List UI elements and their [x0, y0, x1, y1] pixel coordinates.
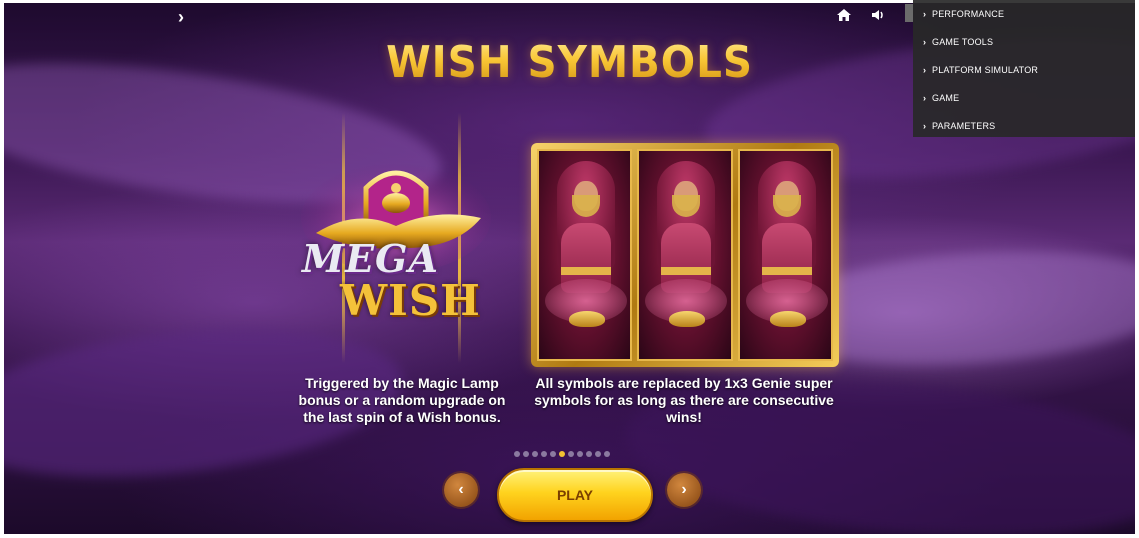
menu-item-platform-simulator[interactable]: › PLATFORM SIMULATOR [923, 60, 1135, 88]
menu-item-performance[interactable]: › PERFORMANCE [923, 4, 1135, 32]
page-indicator [514, 451, 610, 457]
previous-page-button[interactable]: ‹ [444, 473, 478, 507]
chevron-right-icon: › [923, 65, 927, 75]
page-dot[interactable] [532, 451, 538, 457]
page-dot[interactable] [568, 451, 574, 457]
page-dot[interactable] [595, 451, 601, 457]
top-icons [836, 8, 886, 22]
genie-reel [537, 149, 633, 361]
page-dot[interactable] [604, 451, 610, 457]
developer-menu: › PERFORMANCE › GAME TOOLS › PLATFORM SIMUL… [905, 0, 1135, 137]
page-dot[interactable] [514, 451, 520, 457]
logo-wish-text: WISH [340, 276, 481, 325]
page-dot[interactable] [541, 451, 547, 457]
mega-wish-logo: MEGA WISH [296, 148, 496, 343]
genie-reel [737, 149, 833, 361]
menu-toggle-tab[interactable] [905, 4, 913, 22]
home-icon[interactable] [836, 8, 852, 22]
chevron-right-icon: › [923, 9, 927, 19]
speaker-icon[interactable] [870, 8, 886, 22]
chevron-right-icon[interactable]: › [178, 7, 184, 28]
genie-symbols-description: All symbols are replaced by 1x3 Genie su… [534, 375, 834, 425]
next-page-button[interactable]: › [667, 473, 701, 507]
genie-reel [637, 149, 733, 361]
chevron-right-icon: › [923, 37, 927, 47]
genie-super-symbol-frame [531, 143, 839, 367]
logo-mega-text: MEGA [302, 236, 439, 281]
menu-item-parameters[interactable]: › PARAMETERS [923, 116, 1135, 144]
menu-item-game[interactable]: › GAME [923, 88, 1135, 116]
mega-wish-description: Triggered by the Magic Lamp bonus or a r… [298, 375, 506, 425]
chevron-right-icon: › [923, 121, 927, 131]
chevron-right-icon: › [923, 93, 927, 103]
page-dot[interactable] [577, 451, 583, 457]
play-button[interactable]: PLAY [497, 468, 653, 522]
page-dot[interactable] [523, 451, 529, 457]
page-dot-active[interactable] [559, 451, 565, 457]
menu-item-game-tools[interactable]: › GAME TOOLS [923, 32, 1135, 60]
page-dot[interactable] [586, 451, 592, 457]
page-dot[interactable] [550, 451, 556, 457]
